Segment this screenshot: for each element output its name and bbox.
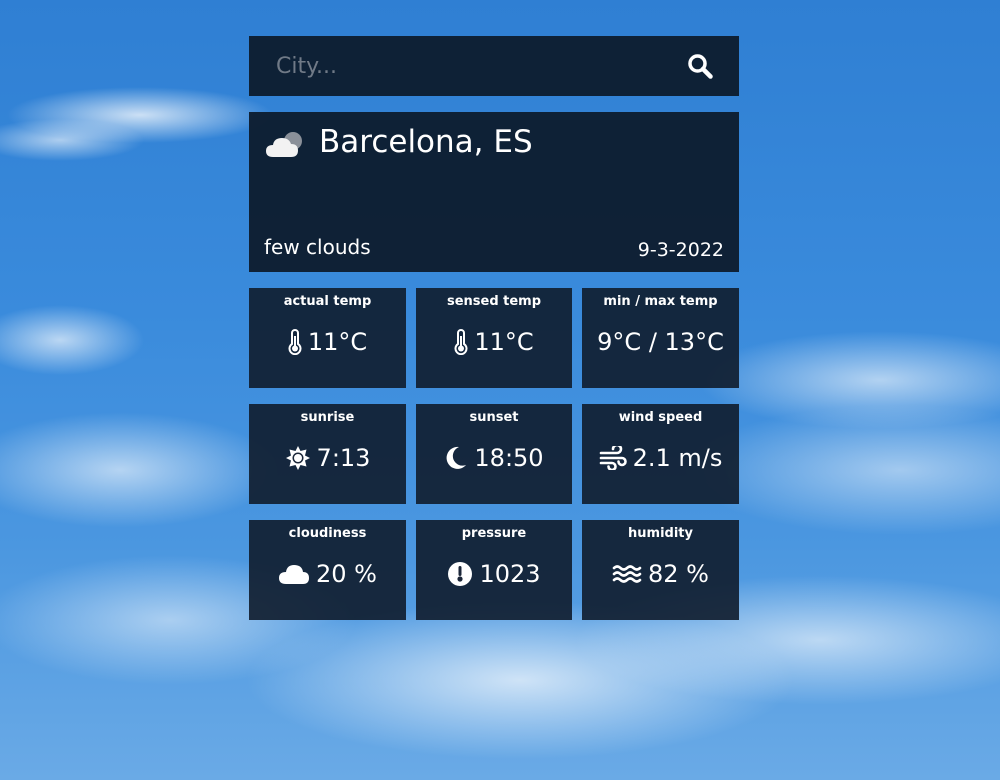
current-weather-card: Barcelona, ES few clouds 9-3-2022 [249, 112, 739, 272]
cloud-icon [279, 565, 309, 584]
tile-sunset: sunset 18:50 [416, 404, 572, 504]
actual-temp-value: 11°C [307, 328, 368, 356]
sunrise-value: 7:13 [316, 444, 371, 472]
moon-icon [446, 446, 467, 469]
tile-label: cloudiness [288, 526, 367, 541]
thermometer-icon [288, 329, 302, 355]
sunset-value: 18:50 [474, 444, 544, 472]
tile-label: min / max temp [603, 294, 718, 309]
search-button[interactable] [685, 51, 715, 81]
tile-sensed-temp: sensed temp 11°C [416, 288, 572, 388]
tile-min-max-temp: min / max temp 9°C / 13°C [582, 288, 739, 388]
water-waves-icon [612, 565, 642, 583]
tile-actual-temp: actual temp 11°C [249, 288, 406, 388]
tile-wind-speed: wind speed 2.1 m/s [582, 404, 739, 504]
pressure-value: 1023 [479, 560, 541, 588]
tile-label: sunset [469, 410, 519, 425]
humidity-value: 82 % [648, 560, 709, 588]
weather-app: Barcelona, ES few clouds 9-3-2022 actual… [249, 36, 739, 620]
wind-speed-value: 2.1 m/s [632, 444, 723, 472]
min-max-temp-value: 9°C / 13°C [597, 328, 724, 356]
tile-label: actual temp [283, 294, 372, 309]
cloudiness-value: 20 % [316, 560, 377, 588]
few-clouds-icon [264, 130, 306, 164]
tile-pressure: pressure 1023 [416, 520, 572, 620]
tile-label: pressure [461, 526, 527, 541]
pressure-gauge-icon [448, 562, 473, 586]
thermometer-icon [454, 329, 468, 355]
city-name: Barcelona, ES [319, 124, 533, 160]
tile-label: wind speed [618, 410, 703, 425]
wind-icon [599, 446, 627, 470]
search-icon [688, 54, 713, 79]
search-bar [249, 36, 739, 96]
tile-cloudiness: cloudiness 20 % [249, 520, 406, 620]
tile-label: sunrise [300, 410, 355, 425]
weather-date: 9-3-2022 [637, 239, 724, 261]
tile-humidity: humidity 82 % [582, 520, 739, 620]
weather-details-grid: actual temp 11°C sensed temp 11°C min / … [249, 288, 739, 620]
weather-description: few clouds [264, 235, 371, 259]
tile-label: sensed temp [446, 294, 542, 309]
sun-icon [285, 446, 310, 470]
tile-label: humidity [628, 526, 693, 541]
tile-sunrise: sunrise 7:13 [249, 404, 406, 504]
sensed-temp-value: 11°C [474, 328, 534, 356]
city-search-input[interactable] [274, 52, 638, 80]
